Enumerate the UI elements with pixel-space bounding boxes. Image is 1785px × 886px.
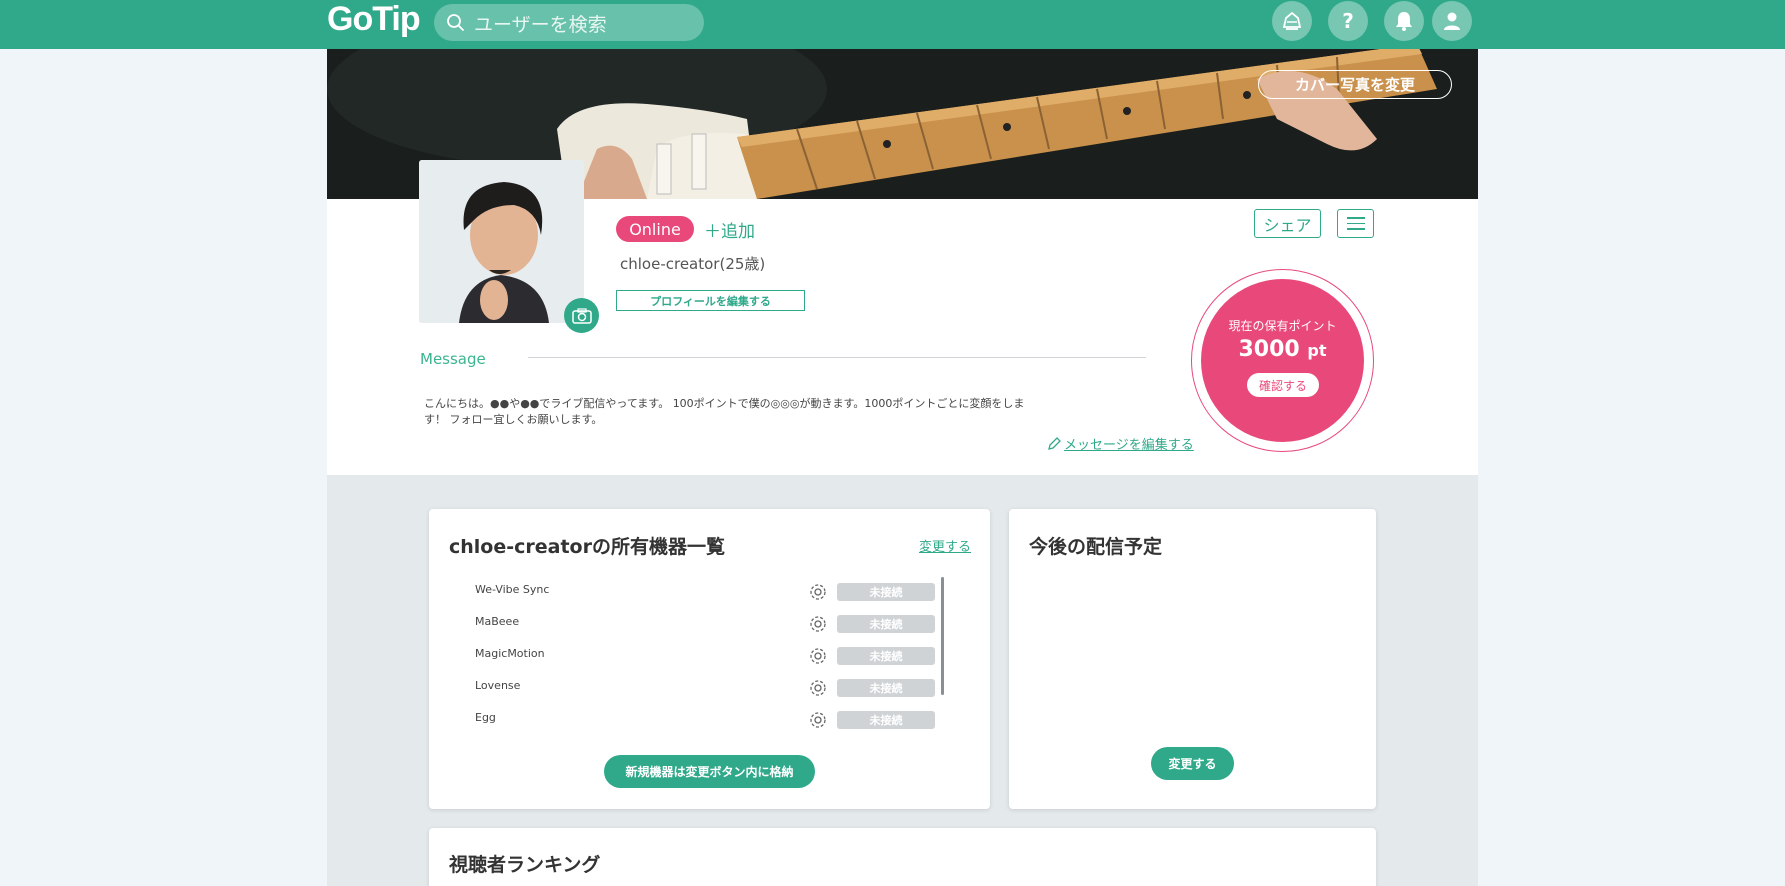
ranking-icon: [1282, 11, 1302, 30]
share-button[interactable]: シェア: [1254, 209, 1321, 238]
device-name: MagicMotion: [475, 647, 545, 660]
gear-icon[interactable]: [808, 646, 828, 666]
message-text: こんにちは。●●や●●でライブ配信やってます。 100ポイントで僕の◎◎◎が動き…: [424, 397, 1025, 426]
edit-message-link[interactable]: メッセージを編集する: [1047, 434, 1194, 453]
status-badge: Online: [616, 216, 694, 242]
devices-change-link[interactable]: 変更する: [919, 536, 971, 555]
device-row: Lovense 未接続: [475, 677, 937, 697]
device-name: Lovense: [475, 679, 521, 692]
devices-scrollbar[interactable]: [941, 577, 944, 695]
message-label: Message: [420, 350, 486, 368]
user-search-input[interactable]: ユーザーを検索: [434, 4, 704, 41]
ranking-title: 視聴者ランキング: [449, 854, 601, 876]
points-label: 現在の保有ポイント: [1228, 319, 1337, 333]
search-placeholder: ユーザーを検索: [474, 14, 607, 36]
check-points-button[interactable]: 確認する: [1247, 373, 1319, 397]
change-cover-button[interactable]: カバー写真を変更: [1258, 70, 1452, 99]
hamburger-icon: [1346, 217, 1365, 219]
notifications-button[interactable]: [1384, 1, 1424, 41]
change-avatar-button[interactable]: [564, 298, 599, 333]
edit-message-label: メッセージを編集する: [1064, 438, 1194, 453]
account-button[interactable]: [1432, 1, 1472, 41]
username: chloe-creator(25歳): [620, 255, 766, 273]
device-row: MaBeee 未接続: [475, 613, 937, 633]
new-device-button[interactable]: 新規機器は変更ボタン内に格納: [604, 755, 815, 788]
user-icon: [1444, 12, 1460, 30]
ranking-button[interactable]: [1272, 1, 1312, 41]
search-icon: [447, 14, 464, 31]
schedule-change-button[interactable]: 変更する: [1151, 747, 1234, 780]
message-divider: [528, 357, 1146, 358]
add-button[interactable]: ＋追加: [704, 217, 755, 242]
top-navbar: [0, 0, 1785, 49]
camera-icon: [571, 307, 592, 324]
gear-icon[interactable]: [808, 614, 828, 634]
help-button[interactable]: ?: [1328, 1, 1368, 41]
device-row: Egg 未接続: [475, 709, 937, 729]
edit-profile-button[interactable]: プロフィールを編集する: [616, 290, 805, 311]
gear-icon[interactable]: [808, 678, 828, 698]
device-status: 未接続: [837, 679, 935, 697]
gear-icon[interactable]: [808, 582, 828, 602]
device-name: MaBeee: [475, 615, 520, 628]
schedule-title: 今後の配信予定: [1029, 536, 1163, 558]
points-number: 3000: [1238, 337, 1300, 362]
device-status: 未接続: [837, 583, 935, 601]
device-status: 未接続: [837, 647, 935, 665]
gear-icon[interactable]: [808, 710, 828, 730]
bell-icon: [1396, 12, 1412, 31]
device-row: MagicMotion 未接続: [475, 645, 937, 665]
points-widget: 現在の保有ポイント 3000 pt 確認する: [1201, 279, 1364, 442]
device-name: Egg: [475, 711, 496, 724]
profile-photo: [419, 160, 584, 323]
help-icon: ?: [1342, 9, 1354, 33]
points-unit: pt: [1307, 341, 1327, 360]
avatar[interactable]: [419, 160, 584, 323]
devices-title: chloe-creatorの所有機器一覧: [449, 536, 725, 558]
gotip-logo[interactable]: GoTip: [327, 0, 421, 39]
device-name: We-Vibe Sync: [475, 583, 550, 596]
device-status: 未接続: [837, 711, 935, 729]
device-status: 未接続: [837, 615, 935, 633]
menu-button[interactable]: [1337, 209, 1374, 238]
device-row: We-Vibe Sync 未接続: [475, 581, 937, 601]
points-value: 3000 pt: [1201, 337, 1364, 362]
pencil-icon: [1048, 436, 1061, 450]
